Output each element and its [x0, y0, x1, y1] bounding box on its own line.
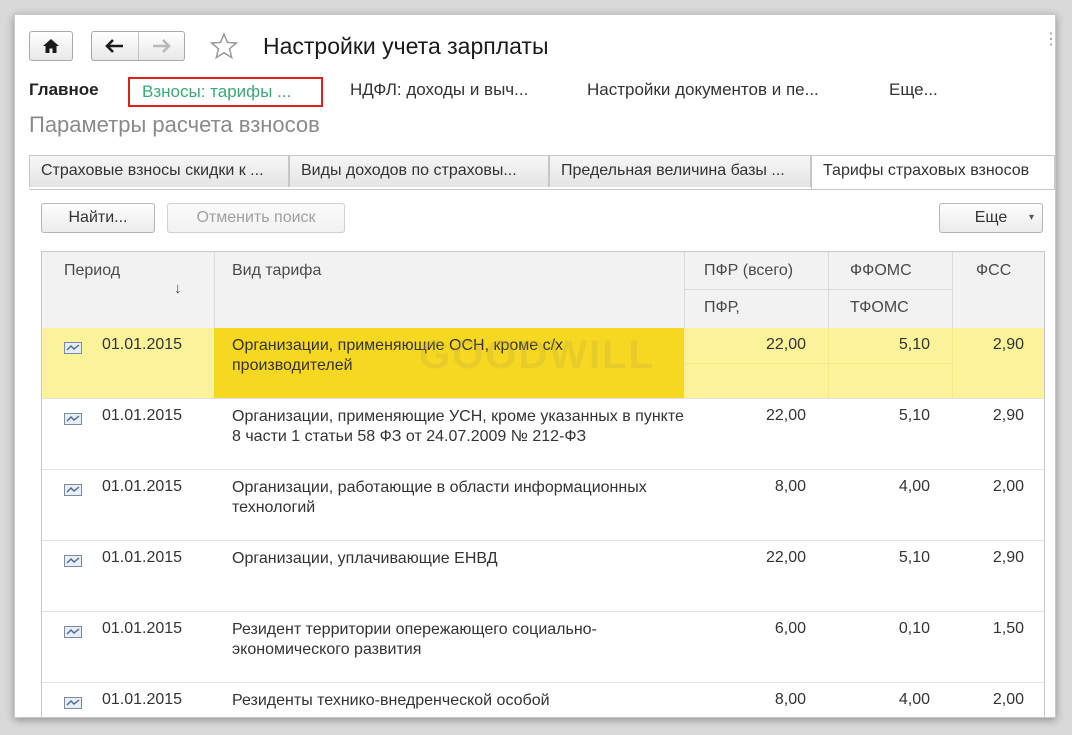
row-pfr: 8,00	[774, 478, 806, 495]
table-row[interactable]: 01.01.2015 Организации, уплачивающие ЕНВ…	[42, 541, 1044, 612]
row-tariff-type: Резиденты технико-внедренческой особой	[232, 692, 550, 709]
header-divider	[828, 252, 829, 328]
table-row[interactable]: 01.01.2015 Организации, работающие в обл…	[42, 470, 1044, 541]
record-icon	[64, 626, 82, 638]
record-icon	[64, 555, 82, 567]
watermark: GOODWILL	[419, 333, 655, 377]
row-fss: 1,50	[992, 620, 1024, 637]
header-divider	[952, 252, 953, 328]
row-fss: 2,90	[992, 407, 1024, 424]
row-fss: 2,00	[992, 691, 1024, 708]
row-period: 01.01.2015	[102, 620, 183, 637]
forward-button[interactable]	[137, 32, 185, 60]
main-window: Настройки учета зарплаты ⋮ Главное Взнос…	[14, 14, 1056, 718]
col-pfr-total[interactable]: ПФР (всего)	[704, 262, 793, 280]
title-bar: Настройки учета зарплаты ⋮	[15, 15, 1055, 77]
row-tariff-type: Организации, применяющие УСН, кроме указ…	[232, 408, 684, 445]
more-button-label: Еще	[974, 209, 1008, 226]
row-tariff-type: Организации, уплачивающие ЕНВД	[232, 550, 498, 567]
col-ffoms[interactable]: ФФОМС	[850, 262, 912, 280]
row-ffoms: 5,10	[898, 549, 930, 566]
row-tariff-type: Резидент территории опережающего социаль…	[232, 621, 597, 658]
row-pfr: 8,00	[774, 691, 806, 708]
header-divider	[684, 289, 952, 290]
row-fss: 2,90	[992, 549, 1024, 566]
cancel-search-button[interactable]: Отменить поиск	[167, 203, 345, 233]
more-button[interactable]: Еще ▾	[939, 203, 1043, 233]
row-tariff-type: Организации, работающие в области информ…	[232, 479, 647, 516]
star-icon	[210, 32, 238, 60]
col-tfoms[interactable]: ТФОМС	[850, 299, 909, 317]
tab-bar: Страховые взносы скидки к ... Виды доход…	[29, 155, 1055, 190]
row-pfr: 22,00	[765, 549, 806, 566]
row-period: 01.01.2015	[102, 407, 183, 424]
table-row[interactable]: 01.01.2015 Резиденты технико-внедренческ…	[42, 683, 1044, 717]
col-fss[interactable]: ФСС	[976, 262, 1011, 280]
col-period[interactable]: Период	[64, 262, 120, 280]
tab-income-types[interactable]: Виды доходов по страховы...	[289, 155, 549, 187]
back-button[interactable]	[92, 32, 138, 60]
row-pfr: 22,00	[765, 407, 806, 424]
row-ffoms: 4,00	[898, 691, 930, 708]
record-icon	[64, 697, 82, 709]
row-period: 01.01.2015	[102, 549, 183, 566]
dropdown-arrow-icon: ▾	[1028, 212, 1034, 223]
record-icon	[64, 413, 82, 425]
row-ffoms: 0,10	[898, 620, 930, 637]
col-tariff-type[interactable]: Вид тарифа	[232, 262, 321, 280]
section-ndfl[interactable]: НДФЛ: доходы и выч...	[350, 77, 528, 107]
home-icon	[43, 39, 59, 53]
section-contributions-tariffs[interactable]: Взносы: тарифы ...	[128, 77, 323, 107]
row-pfr: 6,00	[774, 620, 806, 637]
row-period: 01.01.2015	[102, 478, 183, 495]
row-ffoms: 5,10	[898, 407, 930, 424]
tariffs-table[interactable]: Период ↓ Вид тарифа ПФР (всего) ПФР, ФФО…	[41, 251, 1045, 717]
row-period: 01.01.2015	[102, 336, 183, 353]
row-pfr: 22,00	[765, 336, 806, 353]
cell-divider	[828, 328, 829, 398]
col-pfr[interactable]: ПФР,	[704, 299, 740, 317]
row-ffoms: 5,10	[898, 336, 930, 353]
section-main[interactable]: Главное	[29, 77, 99, 107]
arrow-left-icon	[104, 39, 123, 53]
find-button[interactable]: Найти...	[41, 203, 155, 233]
tab-insurance-discounts[interactable]: Страховые взносы скидки к ...	[29, 155, 289, 187]
window-menu-icon[interactable]: ⋮	[1043, 32, 1055, 48]
row-period: 01.01.2015	[102, 691, 183, 708]
toolbar: Найти... Отменить поиск Еще ▾	[15, 201, 1055, 237]
section-more[interactable]: Еще...	[889, 77, 938, 107]
row-fss: 2,90	[992, 336, 1024, 353]
page-title: Параметры расчета взносов	[29, 112, 320, 137]
section-document-settings[interactable]: Настройки документов и пе...	[587, 77, 819, 107]
record-icon	[64, 484, 82, 496]
header-divider	[214, 252, 215, 328]
header-divider	[684, 252, 685, 328]
table-row[interactable]: 01.01.2015 Резидент территории опережающ…	[42, 612, 1044, 683]
window-title: Настройки учета зарплаты	[263, 33, 549, 59]
sort-arrow-icon: ↓	[174, 280, 182, 297]
favorite-button[interactable]	[209, 31, 239, 61]
row-fss: 2,00	[992, 478, 1024, 495]
section-nav: Главное Взносы: тарифы ... НДФЛ: доходы …	[15, 77, 1055, 107]
history-nav	[91, 31, 185, 61]
row-ffoms: 4,00	[898, 478, 930, 495]
tab-base-limit[interactable]: Предельная величина базы ...	[549, 155, 811, 187]
record-icon	[64, 342, 82, 354]
cell-divider	[952, 328, 953, 398]
arrow-right-icon	[153, 39, 172, 53]
home-button[interactable]	[29, 31, 73, 61]
tab-insurance-tariffs[interactable]: Тарифы страховых взносов	[811, 155, 1055, 189]
table-header: Период ↓ Вид тарифа ПФР (всего) ПФР, ФФО…	[42, 252, 1044, 329]
table-row[interactable]: 01.01.2015 Организации, применяющие УСН,…	[42, 399, 1044, 470]
cell-divider	[684, 363, 952, 364]
